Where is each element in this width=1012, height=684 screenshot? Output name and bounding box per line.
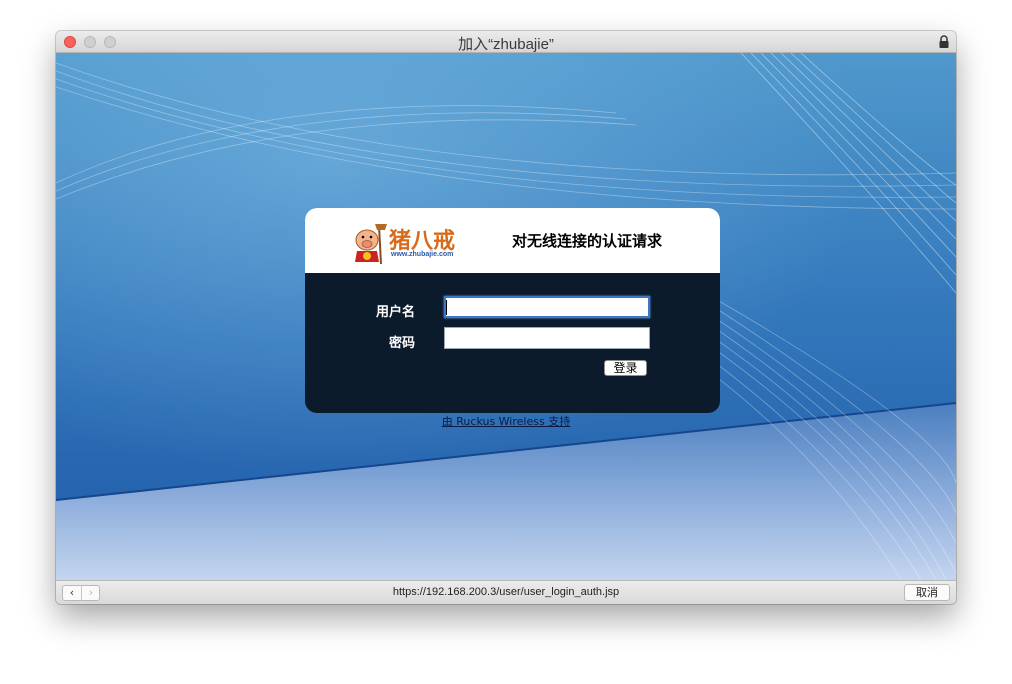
password-label: 密码	[388, 336, 415, 351]
bottom-bar: ‹ › https://192.168.200.3/user/user_logi…	[56, 580, 956, 604]
password-input[interactable]	[444, 327, 650, 349]
lock-icon	[939, 35, 949, 48]
url-display: https://192.168.200.3/user/user_login_au…	[392, 586, 620, 598]
title-bar: 加入“zhubajie”	[56, 31, 956, 53]
window-title: 加入“zhubajie”	[458, 36, 554, 53]
login-panel-header: 猪八戒 www.zhubajie.com 对无线连接的认证请求	[305, 208, 720, 273]
login-panel: 猪八戒 www.zhubajie.com 对无线连接的认证请求 用户名 密码 登…	[305, 208, 720, 413]
username-input[interactable]	[444, 296, 650, 318]
username-label: 用户名	[375, 305, 415, 320]
login-button[interactable]: 登录	[604, 360, 647, 376]
zhubajie-logo: 猪八戒	[355, 224, 455, 265]
captive-portal-window: 加入“zhubajie” 猪八戒 www.zhubajie.com 对无线连接的…	[56, 31, 956, 604]
web-content: 猪八戒 www.zhubajie.com 对无线连接的认证请求 用户名 密码 登…	[56, 53, 956, 580]
powered-by-link[interactable]: 由 Ruckus Wireless 支持	[56, 413, 956, 429]
logo-url-text: www.zhubajie.com	[391, 251, 454, 258]
text-caret	[446, 300, 447, 315]
cancel-button[interactable]: 取消	[904, 584, 950, 601]
auth-request-title: 对无线连接的认证请求	[512, 232, 663, 250]
